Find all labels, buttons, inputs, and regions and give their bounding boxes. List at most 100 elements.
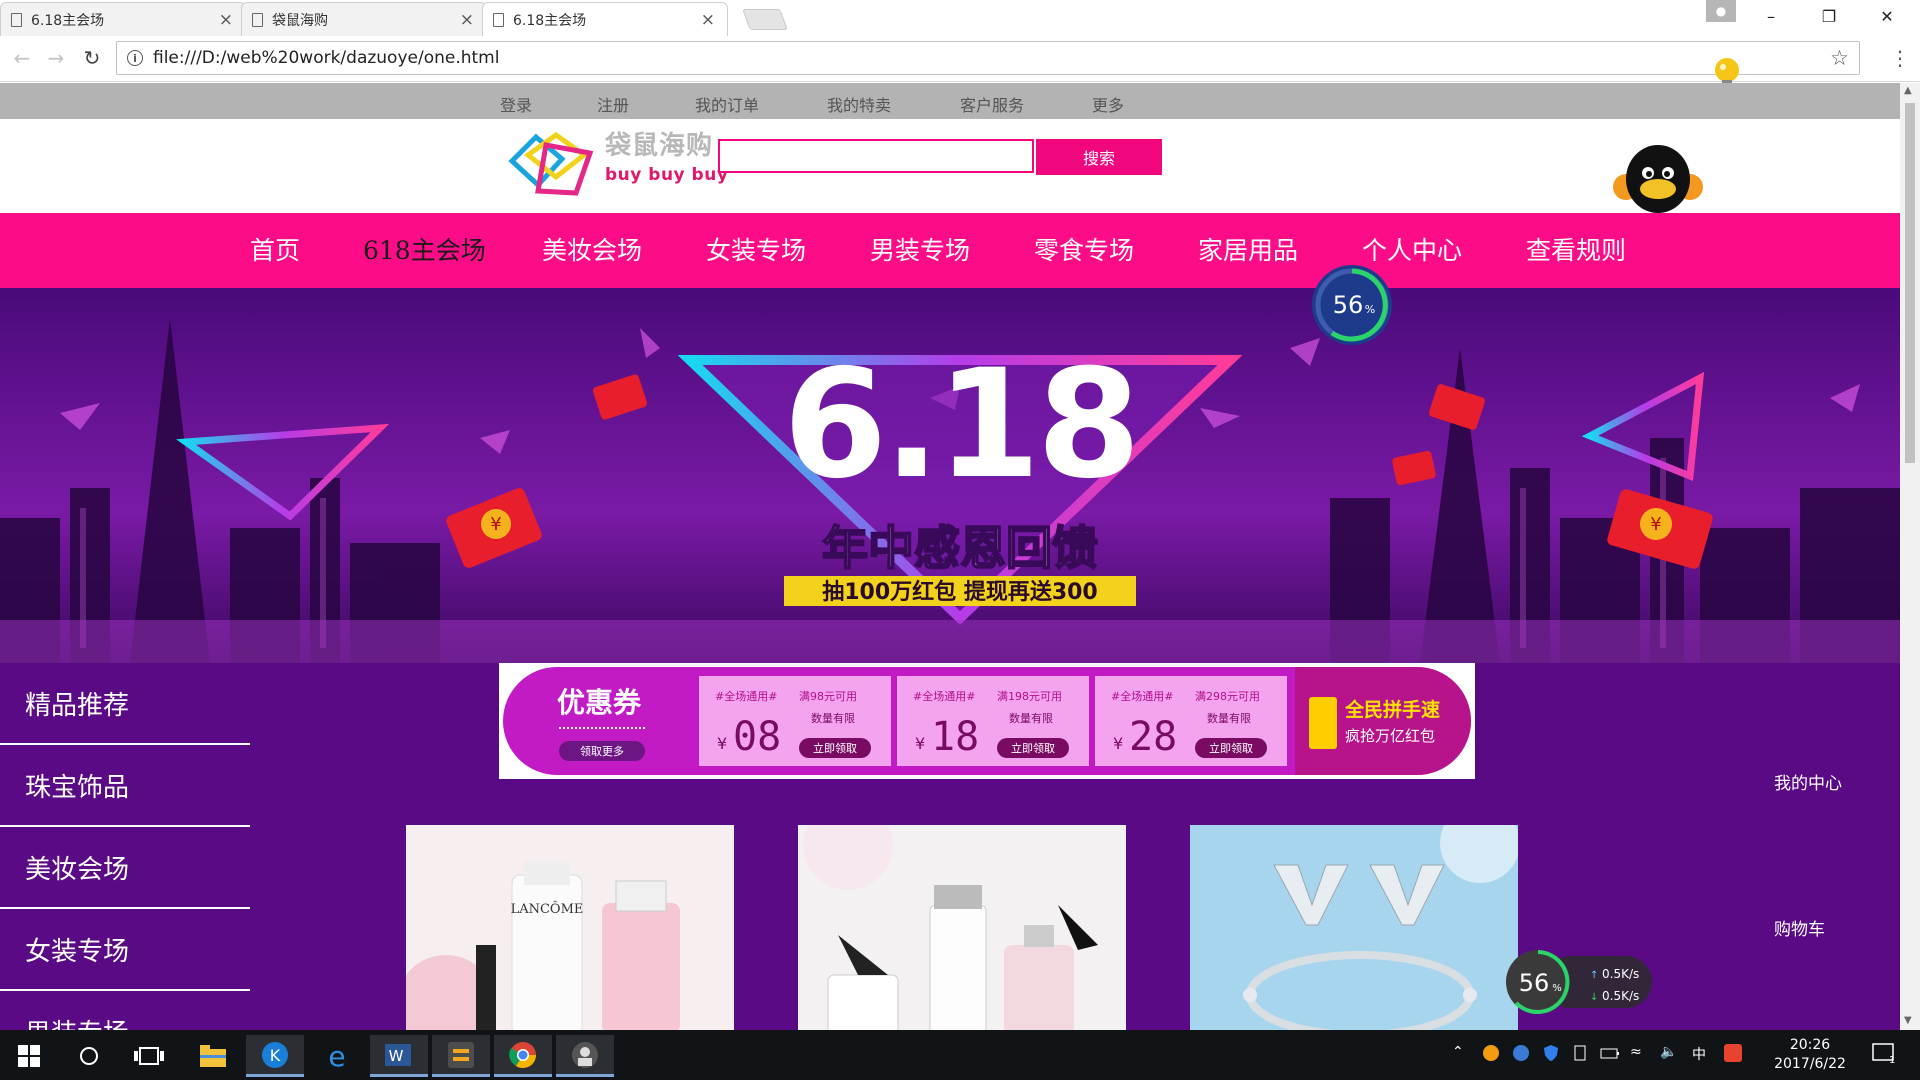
browser-tab-1[interactable]: 6.18主会场 × bbox=[0, 2, 246, 36]
sidebar-item-men[interactable]: 男装专场 bbox=[0, 991, 250, 1030]
notification-icon[interactable]: 1 bbox=[1872, 1042, 1896, 1068]
flash-promo[interactable]: 全民拼手速 疯抢万亿红包 bbox=[1295, 667, 1471, 775]
banner-headline: 6.18 bbox=[783, 338, 1137, 512]
get-more-button[interactable]: 领取更多 bbox=[559, 741, 645, 761]
network-speed-widget[interactable]: 56 % ↑ 0.5K/s ↓ 0.5K/s bbox=[1504, 948, 1654, 1016]
notification-count: 1 bbox=[1889, 1055, 1895, 1064]
nav-men[interactable]: 男装专场 bbox=[870, 231, 970, 267]
coupon-condition: 满198元可用 bbox=[997, 690, 1062, 703]
coupon-value: 18 bbox=[931, 714, 980, 760]
profile-icon[interactable]: ● bbox=[1706, 0, 1736, 22]
more-link[interactable]: 更多 bbox=[1092, 92, 1124, 116]
wifi-icon[interactable]: ≈ bbox=[1630, 1044, 1642, 1060]
nav-home-goods[interactable]: 家居用品 bbox=[1198, 231, 1298, 267]
cortana-search-icon[interactable] bbox=[60, 1035, 118, 1077]
product-image bbox=[1190, 825, 1518, 1030]
sidebar-item-beauty[interactable]: 美妆会场 bbox=[0, 827, 250, 909]
battery-icon[interactable] bbox=[1600, 1044, 1620, 1066]
ime-indicator[interactable]: 中 bbox=[1692, 1044, 1706, 1064]
browser-tab-2[interactable]: 袋鼠海购 × bbox=[241, 2, 487, 36]
sidebar-item-jewelry[interactable]: 珠宝饰品 bbox=[0, 745, 250, 827]
coupon-card[interactable]: #全场通用# 满298元可用 数量有限 ¥ 28 立即领取 bbox=[1095, 676, 1287, 766]
search-button[interactable]: 搜索 bbox=[1036, 139, 1162, 175]
promo-banner[interactable]: ¥ ¥ 6.18 年中感恩回馈 抽100万红包 提现再送300 bbox=[0, 288, 1900, 663]
sidebar-item-women[interactable]: 女装专场 bbox=[0, 909, 250, 991]
system-clock[interactable]: 20:26 2017/6/22 bbox=[1760, 1036, 1860, 1074]
close-icon[interactable]: × bbox=[219, 10, 233, 30]
coupon-tag: #全场通用# bbox=[913, 690, 976, 703]
mascot-penguin-icon[interactable] bbox=[1608, 141, 1708, 213]
coupon-card[interactable]: #全场通用# 满98元可用 数量有限 ¥ 08 立即领取 bbox=[699, 676, 891, 766]
file-explorer-icon[interactable] bbox=[184, 1035, 242, 1077]
close-window-button[interactable]: ✕ bbox=[1858, 0, 1916, 32]
nav-rules[interactable]: 查看规则 bbox=[1526, 231, 1626, 267]
scrollbar-thumb[interactable] bbox=[1905, 103, 1915, 463]
browser-tab-3[interactable]: 6.18主会场 × bbox=[482, 2, 728, 36]
lantern-icon bbox=[1309, 697, 1337, 749]
address-bar[interactable]: i file:///D:/web%20work/dazuoye/one.html… bbox=[116, 41, 1860, 75]
login-link[interactable]: 登录 bbox=[500, 92, 532, 116]
cart-link[interactable]: 购物车 bbox=[1774, 915, 1825, 940]
product-card-jewelry[interactable] bbox=[1190, 825, 1518, 1030]
customer-service-link[interactable]: 客户服务 bbox=[960, 92, 1024, 116]
tray-app-blue-icon[interactable] bbox=[1512, 1044, 1530, 1066]
usb-drive-icon[interactable] bbox=[1572, 1044, 1588, 1066]
product-card-skincare[interactable] bbox=[798, 825, 1126, 1030]
logo-icon[interactable] bbox=[506, 131, 594, 197]
clock-date: 2017/6/22 bbox=[1774, 1056, 1846, 1072]
claim-button[interactable]: 立即领取 bbox=[799, 738, 871, 758]
windows-start-icon[interactable] bbox=[0, 1035, 58, 1077]
claim-button[interactable]: 立即领取 bbox=[1195, 738, 1267, 758]
edge-browser-icon[interactable]: e bbox=[308, 1035, 366, 1077]
top-links-bar: 登录 注册 我的订单 我的特卖 客户服务 更多 bbox=[0, 83, 1900, 119]
my-center-link[interactable]: 我的中心 bbox=[1774, 769, 1842, 794]
nav-personal-center[interactable]: 个人中心 bbox=[1362, 231, 1462, 267]
sogou-input-icon[interactable] bbox=[1724, 1044, 1742, 1066]
new-tab-button[interactable] bbox=[742, 9, 788, 30]
scroll-up-icon[interactable]: ▲ bbox=[1904, 85, 1912, 96]
vertical-scrollbar[interactable]: ▲ ▼ bbox=[1900, 83, 1920, 1030]
register-link[interactable]: 注册 bbox=[597, 92, 629, 116]
k-app-icon[interactable]: K bbox=[246, 1035, 304, 1077]
menu-dots-icon[interactable]: ⋮ bbox=[1890, 46, 1910, 70]
word-icon[interactable]: W bbox=[370, 1035, 428, 1077]
tray-app-orange-icon[interactable] bbox=[1482, 1044, 1500, 1066]
nav-home[interactable]: 首页 bbox=[250, 231, 300, 267]
download-speed: 0.5K/s bbox=[1602, 989, 1639, 1003]
divider bbox=[559, 727, 645, 729]
product-image bbox=[798, 825, 1126, 1030]
info-icon[interactable]: i bbox=[127, 50, 143, 66]
my-orders-link[interactable]: 我的订单 bbox=[695, 92, 759, 116]
progress-ring-widget[interactable]: 56 % bbox=[1310, 263, 1394, 347]
sidebar-item-featured[interactable]: 精品推荐 bbox=[0, 663, 250, 745]
forward-arrow-icon[interactable]: → bbox=[42, 44, 70, 72]
restore-button[interactable]: ❐ bbox=[1800, 0, 1858, 32]
nav-618-main[interactable]: 618主会场 bbox=[363, 231, 486, 267]
search-input[interactable] bbox=[718, 139, 1034, 173]
nav-women[interactable]: 女装专场 bbox=[706, 231, 806, 267]
back-arrow-icon[interactable]: ← bbox=[8, 44, 36, 72]
photo-viewer-icon[interactable] bbox=[556, 1035, 614, 1077]
task-view-icon[interactable] bbox=[120, 1035, 178, 1077]
shield-icon[interactable] bbox=[1542, 1044, 1560, 1066]
sublime-text-icon[interactable] bbox=[432, 1035, 490, 1077]
product-card-cosmetics[interactable]: LANCÔME bbox=[406, 825, 734, 1030]
coupon-card[interactable]: #全场通用# 满198元可用 数量有限 ¥ 18 立即领取 bbox=[897, 676, 1089, 766]
close-icon[interactable]: × bbox=[701, 10, 715, 30]
minimize-button[interactable]: – bbox=[1742, 0, 1800, 32]
coupon-condition: 满298元可用 bbox=[1195, 690, 1260, 703]
coupon-currency: ¥ bbox=[1113, 734, 1124, 753]
chrome-icon[interactable] bbox=[494, 1035, 552, 1077]
scroll-down-icon[interactable]: ▼ bbox=[1904, 1015, 1912, 1026]
close-icon[interactable]: × bbox=[460, 10, 474, 30]
nav-snacks[interactable]: 零食专场 bbox=[1034, 231, 1134, 267]
bookmark-star-icon[interactable]: ☆ bbox=[1830, 46, 1849, 70]
reload-icon[interactable]: ↻ bbox=[78, 44, 106, 72]
nav-beauty[interactable]: 美妆会场 bbox=[542, 231, 642, 267]
claim-button[interactable]: 立即领取 bbox=[997, 738, 1069, 758]
volume-icon[interactable]: 🔈 bbox=[1660, 1044, 1677, 1060]
my-sales-link[interactable]: 我的特卖 bbox=[827, 92, 891, 116]
tray-expand-icon[interactable]: ⌃ bbox=[1452, 1044, 1464, 1060]
coupon-limit: 数量有限 bbox=[811, 712, 855, 725]
coupon-panel: 优惠券 领取更多 #全场通用# 满98元可用 数量有限 ¥ 08 立即领取 #全… bbox=[503, 667, 1471, 775]
